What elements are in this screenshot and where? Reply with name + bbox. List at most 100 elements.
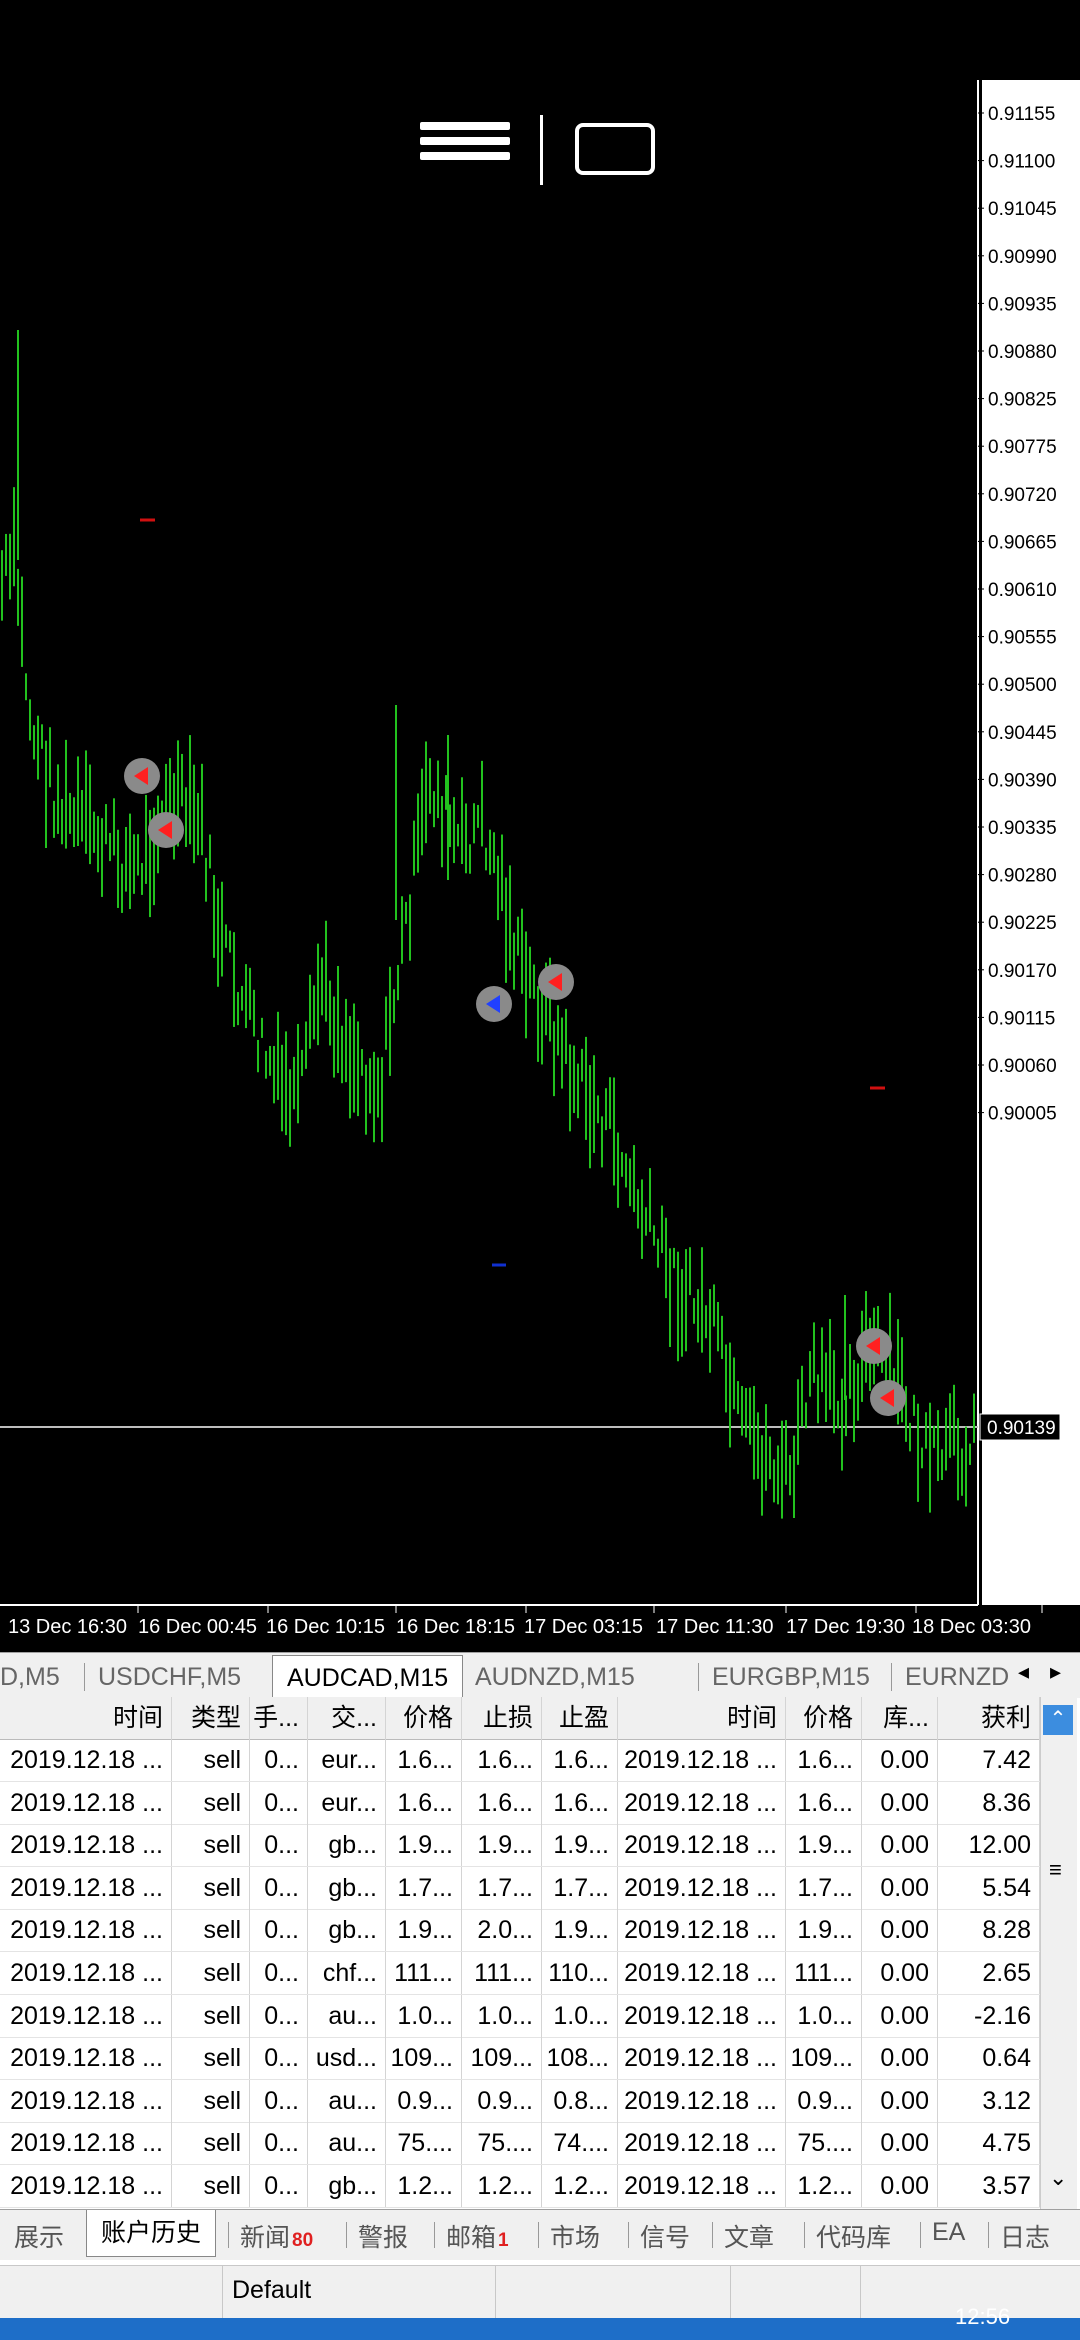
column-header[interactable]: 交... xyxy=(308,1697,386,1739)
table-cell: sell xyxy=(172,2122,250,2165)
terminal-tab-label: 展示 xyxy=(14,2224,65,2252)
table-cell: 1.6... xyxy=(542,1739,618,1781)
table-cell: 1.0... xyxy=(542,1994,618,2037)
column-header[interactable]: 手... xyxy=(250,1697,308,1739)
table-cell: 1.9... xyxy=(386,1824,462,1867)
table-cell: 0... xyxy=(250,2165,308,2207)
terminal-tab[interactable]: 文章 xyxy=(724,2218,774,2254)
tab-separator xyxy=(698,1663,699,1691)
table-cell: 8.36 xyxy=(938,1781,1040,1824)
price-label: 0.90555 xyxy=(988,628,1057,649)
table-cell: au... xyxy=(308,2079,386,2122)
tab-badge: 80 xyxy=(292,2230,314,2251)
symbol-tab[interactable]: USDCHF,M5 xyxy=(98,1659,241,1697)
table-cell: 7.42 xyxy=(938,1739,1040,1781)
column-header[interactable]: 库... xyxy=(862,1697,938,1739)
column-header[interactable]: 获利 xyxy=(938,1697,1040,1739)
table-cell: 1.9... xyxy=(542,1824,618,1867)
table-cell: 108... xyxy=(542,2037,618,2080)
table-cell: 1.6... xyxy=(542,1781,618,1824)
table-cell: 2019.12.18 ... xyxy=(0,1952,172,1994)
terminal-tab[interactable]: 展示 xyxy=(14,2218,64,2254)
chart-canvas[interactable]: 0.91155 0.91100 0.91045 0.90990 0.90935 0.908… xyxy=(0,0,1080,1652)
column-header[interactable]: 止盈 xyxy=(542,1697,618,1739)
price-label: 0.91155 xyxy=(988,104,1055,125)
tab-scroll-right-icon[interactable]: ▸ xyxy=(1050,1659,1061,1685)
price-label: 0.91045 xyxy=(988,199,1057,220)
table-cell: 1.9... xyxy=(786,1824,862,1867)
table-header-row: 时间 类型 手... 交... 价格 止损 止盈 时间 价格 库... 获利 xyxy=(0,1697,1040,1740)
table-cell: 0.9... xyxy=(786,2079,862,2122)
table-row[interactable]: 2019.12.18 ... sell 0... eur... 1.6... 1.6...… xyxy=(0,1739,1040,1782)
terminal-tab[interactable]: 新闻 80 xyxy=(240,2218,313,2254)
keyboard-icon[interactable] xyxy=(575,123,655,175)
column-header[interactable]: 止损 xyxy=(462,1697,542,1739)
tab-scroll-left-icon[interactable]: ◂ xyxy=(1018,1659,1029,1685)
table-cell: sell xyxy=(172,2165,250,2207)
table-scrollbar[interactable]: ⌃ ≡ ⌄ xyxy=(1040,1697,1077,2209)
symbol-tab[interactable]: EURNZD xyxy=(905,1659,1009,1697)
table-cell: 12.00 xyxy=(938,1824,1040,1867)
terminal-tab[interactable]: EA xyxy=(932,2218,965,2247)
table-cell: eur... xyxy=(308,1739,386,1781)
table-cell: gb... xyxy=(308,2165,386,2207)
table-cell: gb... xyxy=(308,1909,386,1952)
terminal-tab[interactable]: 账户历史 xyxy=(86,2210,217,2257)
table-cell: 109... xyxy=(786,2037,862,2080)
price-label: 0.90445 xyxy=(988,723,1057,744)
table-row[interactable]: 2019.12.18 ... sell 0... gb... 1.2... 1.2... 1… xyxy=(0,2165,1040,2208)
table-cell: 2019.12.18 ... xyxy=(618,1781,786,1824)
terminal-tab[interactable]: 日志 xyxy=(1000,2218,1050,2254)
table-cell: 110... xyxy=(542,1952,618,1994)
table-row[interactable]: 2019.12.18 ... sell 0... gb... 1.9... 2.0... 1… xyxy=(0,1909,1040,1953)
table-cell: 0... xyxy=(250,1824,308,1867)
scroll-grip-icon[interactable]: ≡ xyxy=(1049,1857,1062,1883)
hamburger-menu-icon[interactable] xyxy=(420,115,510,185)
column-header[interactable]: 类型 xyxy=(172,1697,250,1739)
price-label: 0.90935 xyxy=(988,294,1057,315)
table-cell: 2019.12.18 ... xyxy=(618,1866,786,1909)
table-row[interactable]: 2019.12.18 ... sell 0... au... 0.9... 0.9... 0… xyxy=(0,2079,1040,2123)
table-cell: 1.7... xyxy=(462,1866,542,1909)
table-cell: 111... xyxy=(786,1952,862,1994)
table-row[interactable]: 2019.12.18 ... sell 0... au... 75.... 75.... 7… xyxy=(0,2122,1040,2166)
table-cell: au... xyxy=(308,2122,386,2165)
terminal-tab[interactable]: 警报 xyxy=(358,2218,408,2254)
scroll-down-button[interactable]: ⌄ xyxy=(1049,2165,1067,2191)
symbol-tab[interactable]: AUDCAD,M15 xyxy=(272,1655,464,1700)
symbol-tab[interactable]: EURGBP,M15 xyxy=(712,1659,870,1697)
terminal-tab-label: 新闻 xyxy=(240,2224,291,2252)
table-cell: 0... xyxy=(250,1952,308,1994)
column-header[interactable]: 时间 xyxy=(0,1697,172,1739)
time-label: 13 Dec 16:30 xyxy=(8,1616,127,1638)
price-label: 0.90170 xyxy=(988,961,1057,982)
account-history-table[interactable]: 时间 类型 手... 交... 价格 止损 止盈 时间 价格 库... 获利 2019.12.18 .… xyxy=(0,1697,1040,2209)
table-row[interactable]: 2019.12.18 ... sell 0... gb... 1.7... 1.7... 1… xyxy=(0,1866,1040,1910)
table-cell: 1.2... xyxy=(786,2165,862,2207)
table-row[interactable]: 2019.12.18 ... sell 0... au... 1.0... 1.0... 1… xyxy=(0,1994,1040,2038)
price-chart[interactable]: 0.91155 0.91100 0.91045 0.90990 0.90935 0.908… xyxy=(0,0,1080,1652)
terminal-tab[interactable]: 信号 xyxy=(640,2218,690,2254)
table-row[interactable]: 2019.12.18 ... sell 0... gb... 1.9... 1.9... 1… xyxy=(0,1824,1040,1868)
table-cell: 2019.12.18 ... xyxy=(618,1994,786,2037)
column-header[interactable]: 价格 xyxy=(386,1697,462,1739)
table-row[interactable]: 2019.12.18 ... sell 0... chf... 111... 111...… xyxy=(0,1952,1040,1995)
table-row[interactable]: 2019.12.18 ... sell 0... usd... 109... 109...… xyxy=(0,2037,1040,2081)
table-cell: 2019.12.18 ... xyxy=(618,1952,786,1994)
scroll-up-button[interactable]: ⌃ xyxy=(1043,1705,1073,1735)
table-cell: 2019.12.18 ... xyxy=(0,2165,172,2207)
symbol-tab[interactable]: AUDNZD,M15 xyxy=(475,1659,635,1697)
terminal-tab[interactable]: 市场 xyxy=(550,2218,600,2254)
symbol-tab[interactable]: D,M5 xyxy=(0,1659,60,1697)
table-cell: 1.9... xyxy=(462,1824,542,1867)
terminal-tab[interactable]: 邮箱 1 xyxy=(446,2218,509,2254)
terminal-tab[interactable]: 代码库 xyxy=(816,2218,891,2254)
table-cell: eur... xyxy=(308,1781,386,1824)
table-cell: 75.... xyxy=(786,2122,862,2165)
table-cell: 2019.12.18 ... xyxy=(618,1909,786,1952)
table-cell: sell xyxy=(172,1909,250,1952)
column-header[interactable]: 价格 xyxy=(786,1697,862,1739)
table-row[interactable]: 2019.12.18 ... sell 0... eur... 1.6... 1.6...… xyxy=(0,1781,1040,1825)
table-cell: 2019.12.18 ... xyxy=(0,1909,172,1952)
column-header[interactable]: 时间 xyxy=(618,1697,786,1739)
